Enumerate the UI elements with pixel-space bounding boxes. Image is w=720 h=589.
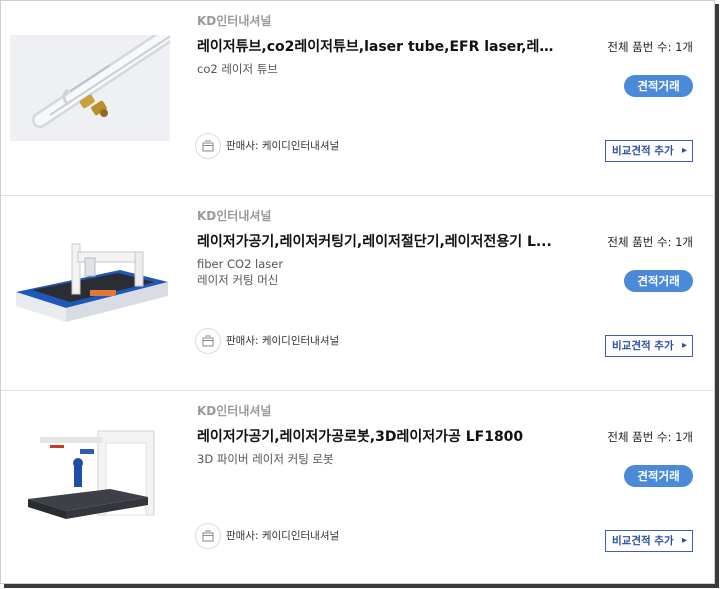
add-compare-quote-button[interactable]: 비교견적 추가 ▸ (605, 140, 693, 162)
seller-name: 판매사: 케이디인터내셔널 (226, 530, 340, 542)
product-image-laser-tube[interactable] (10, 35, 170, 141)
seller-name: 판매사: 케이디인터내셔널 (226, 335, 340, 347)
description-line: 레이저 커팅 머신 (197, 273, 279, 287)
quote-trade-button[interactable]: 견적거래 (624, 465, 693, 487)
compare-button-label: 비교견적 추가 (612, 535, 674, 547)
part-count: 전체 품번 수: 1개 (607, 430, 693, 444)
add-compare-quote-button[interactable]: 비교견적 추가 ▸ (605, 335, 693, 357)
product-description: co2 레이저 튜브 (197, 61, 557, 77)
list-item: KD인터내셔널 레이저가공기,레이저커팅기,레이저절단기,레이저전용기 L...… (1, 196, 714, 391)
list-item: KD인터내셔널 레이저가공기,레이저가공로봇,3D레이저가공 LF1800 3D… (1, 391, 714, 586)
store-icon (195, 328, 221, 354)
company-name: KD인터내셔널 (197, 14, 272, 28)
product-title[interactable]: 레이저가공기,레이저커팅기,레이저절단기,레이저전용기 L... (197, 231, 565, 251)
company-name: KD인터내셔널 (197, 209, 272, 223)
chevron-right-icon: ▸ (681, 340, 687, 351)
quote-trade-button[interactable]: 견적거래 (624, 270, 693, 292)
part-count: 전체 품번 수: 1개 (607, 235, 693, 249)
seller-name: 판매사: 케이디인터내셔널 (226, 140, 340, 152)
product-description: fiber CO2 laser 레이저 커팅 머신 (197, 256, 557, 288)
chevron-right-icon: ▸ (681, 535, 687, 546)
compare-button-label: 비교견적 추가 (612, 340, 674, 352)
description-line: co2 레이저 튜브 (197, 62, 278, 76)
product-description: 3D 파이버 레이저 커팅 로봇 (197, 451, 557, 467)
product-image-laser-robot[interactable] (10, 425, 170, 531)
product-image-laser-cutting-machine[interactable] (10, 230, 170, 336)
company-name: KD인터내셔널 (197, 404, 272, 418)
list-item: KD인터내셔널 레이저튜브,co2레이저튜브,laser tube,EFR la… (1, 1, 714, 196)
store-icon (195, 133, 221, 159)
quote-trade-button[interactable]: 견적거래 (624, 75, 693, 97)
add-compare-quote-button[interactable]: 비교견적 추가 ▸ (605, 530, 693, 552)
compare-button-label: 비교견적 추가 (612, 145, 674, 157)
description-line: 3D 파이버 레이저 커팅 로봇 (197, 452, 334, 466)
chevron-right-icon: ▸ (681, 145, 687, 156)
description-line: fiber CO2 laser (197, 257, 284, 271)
store-icon (195, 523, 221, 549)
product-title[interactable]: 레이저가공기,레이저가공로봇,3D레이저가공 LF1800 (197, 426, 565, 446)
product-title[interactable]: 레이저튜브,co2레이저튜브,laser tube,EFR laser,레이저.… (197, 36, 565, 56)
product-list: KD인터내셔널 레이저튜브,co2레이저튜브,laser tube,EFR la… (0, 0, 715, 584)
part-count: 전체 품번 수: 1개 (607, 40, 693, 54)
